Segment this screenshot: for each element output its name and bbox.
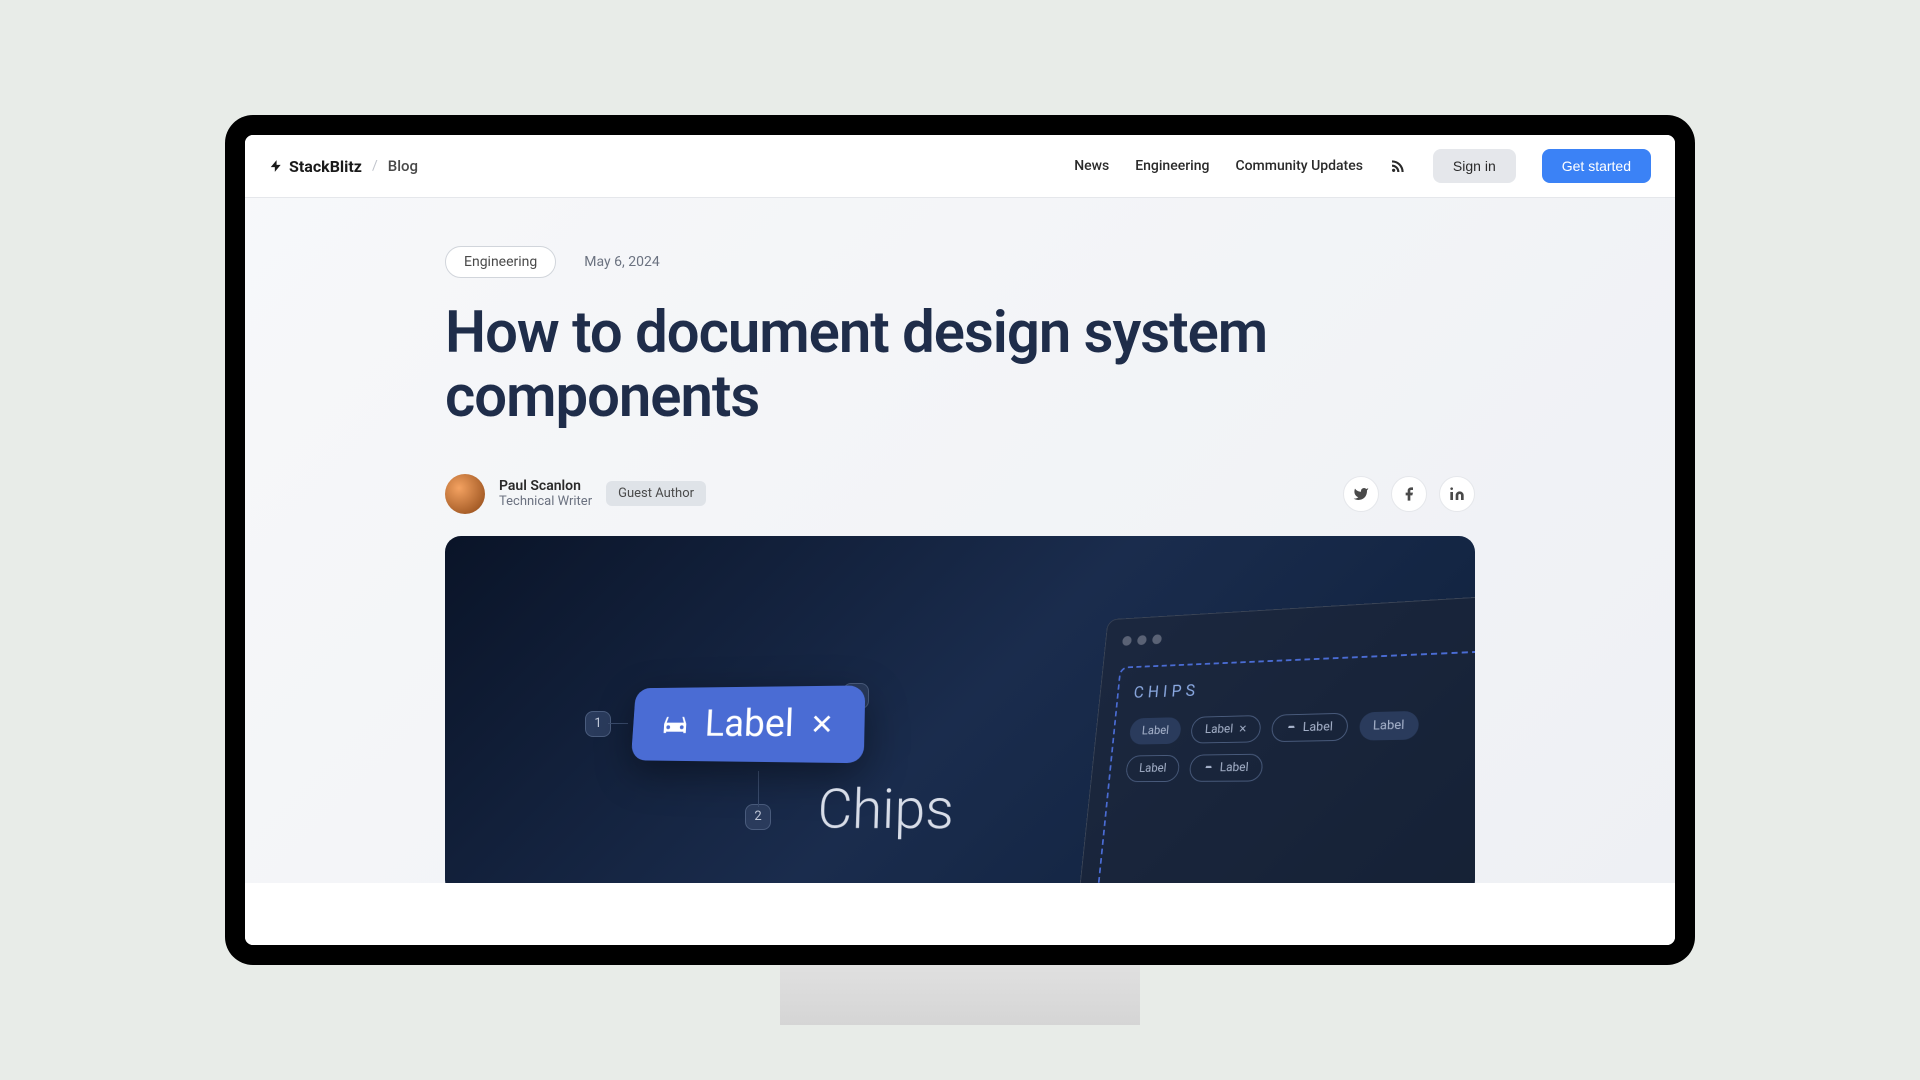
bottom-white-band <box>245 883 1675 945</box>
share-twitter[interactable] <box>1343 476 1379 512</box>
header-right: News Engineering Community Updates Sign … <box>1074 149 1651 183</box>
breadcrumb-separator: / <box>372 158 378 174</box>
breadcrumb-blog[interactable]: Blog <box>388 157 418 175</box>
header-left: StackBlitz / Blog <box>269 157 418 176</box>
lightning-icon <box>269 157 283 175</box>
mini-chip: Label <box>1125 754 1181 781</box>
hero-illustration: 1 2 3 Label ✕ Chips <box>445 536 1475 896</box>
window-dot <box>1152 634 1162 644</box>
connector-line <box>608 723 628 724</box>
category-pill[interactable]: Engineering <box>445 246 556 278</box>
diagram-node-1: 1 <box>585 711 611 737</box>
author-row: Paul Scanlon Technical Writer Guest Auth… <box>445 474 1475 514</box>
nav-news[interactable]: News <box>1074 158 1109 174</box>
author-name: Paul Scanlon <box>499 478 592 494</box>
share-facebook[interactable] <box>1391 476 1427 512</box>
close-icon: ✕ <box>1238 722 1247 734</box>
nav-engineering[interactable]: Engineering <box>1135 158 1209 174</box>
monitor-frame: StackBlitz / Blog News Engineering Commu… <box>225 115 1695 965</box>
diagram-node-2: 2 <box>745 804 771 830</box>
facebook-icon <box>1401 486 1417 502</box>
panel-title: CHIPS <box>1133 670 1469 701</box>
chip-examples-grid: Label Label✕ Label Label Label Label <box>1125 709 1468 782</box>
window-dots <box>1122 616 1475 646</box>
author-role: Technical Writer <box>499 494 592 509</box>
monitor-stand <box>780 965 1140 1025</box>
component-panel: CHIPS Label Label✕ Label Label Label Lab… <box>1069 594 1475 895</box>
window-dot <box>1137 635 1147 645</box>
post-date: May 6, 2024 <box>584 254 659 270</box>
hero-chip-component: Label ✕ <box>631 685 866 763</box>
hero-overlay-text: Chips <box>816 776 954 843</box>
rss-icon[interactable] <box>1389 157 1407 175</box>
hero-chip-label: Label <box>704 702 795 746</box>
connector-line <box>758 771 759 807</box>
linkedin-icon <box>1449 486 1465 502</box>
window-dot <box>1122 635 1132 645</box>
getstarted-button[interactable]: Get started <box>1542 149 1651 183</box>
guest-author-badge: Guest Author <box>606 481 706 506</box>
post-meta: Engineering May 6, 2024 <box>445 246 1475 278</box>
article-content: Engineering May 6, 2024 How to document … <box>245 198 1675 896</box>
post-title: How to document design system components <box>445 302 1475 430</box>
screen: StackBlitz / Blog News Engineering Commu… <box>245 135 1675 945</box>
car-icon <box>1285 722 1297 734</box>
twitter-icon <box>1353 486 1369 502</box>
share-buttons <box>1343 476 1475 512</box>
mini-chip: Label✕ <box>1190 715 1261 744</box>
car-icon <box>1203 762 1215 773</box>
brand-logo[interactable]: StackBlitz <box>269 157 362 176</box>
site-header: StackBlitz / Blog News Engineering Commu… <box>245 135 1675 198</box>
close-icon: ✕ <box>809 707 834 740</box>
nav-community[interactable]: Community Updates <box>1235 158 1362 174</box>
signin-button[interactable]: Sign in <box>1433 149 1516 183</box>
mini-chip: Label <box>1358 710 1419 740</box>
author-info-block: Paul Scanlon Technical Writer Guest Auth… <box>445 474 706 514</box>
share-linkedin[interactable] <box>1439 476 1475 512</box>
author-text: Paul Scanlon Technical Writer <box>499 478 592 509</box>
brand-name: StackBlitz <box>289 157 362 176</box>
author-avatar[interactable] <box>445 474 485 514</box>
mini-chip: Label <box>1271 712 1348 741</box>
mini-chip: Label <box>1189 753 1263 781</box>
car-icon <box>660 708 691 739</box>
panel-dashed-area: CHIPS Label Label✕ Label Label Label Lab… <box>1094 650 1475 896</box>
mini-chip: Label <box>1129 717 1183 745</box>
